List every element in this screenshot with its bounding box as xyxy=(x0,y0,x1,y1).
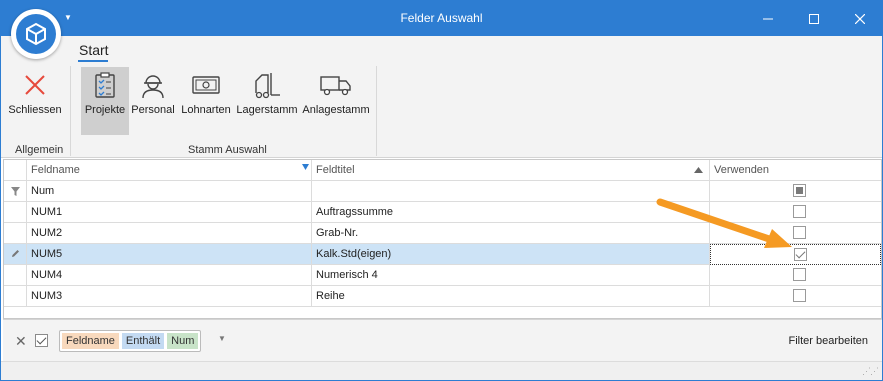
personal-label: Personal xyxy=(131,104,175,116)
cube-logo-icon xyxy=(26,22,46,46)
close-icon xyxy=(855,13,865,24)
table-row[interactable]: NUM1 Auftragssumme xyxy=(4,202,881,223)
verwenden-checkbox[interactable] xyxy=(793,205,806,218)
funnel-icon xyxy=(10,187,20,196)
row-indicator-editing xyxy=(4,244,27,264)
clear-filter-icon: ✕ xyxy=(15,333,27,349)
minimize-button[interactable] xyxy=(745,1,791,36)
filter-cell-feldtitel[interactable] xyxy=(312,181,710,201)
sort-ascending-icon xyxy=(694,167,703,173)
dialog-window: Felder Auswahl ▼ Start Schliessen Allgem… xyxy=(0,0,883,381)
cell-feldname[interactable]: NUM3 xyxy=(27,286,312,306)
filter-enable-checkbox[interactable] xyxy=(35,334,48,347)
filter-active-icon[interactable] xyxy=(302,164,309,170)
resize-grip-icon[interactable]: ⋰⋰ xyxy=(862,366,879,377)
lohnarten-label: Lohnarten xyxy=(181,104,231,116)
cell-feldtitel[interactable]: Reihe xyxy=(312,286,710,306)
personal-button[interactable]: Personal xyxy=(130,67,176,135)
clipboard-checklist-icon xyxy=(95,72,115,98)
close-x-icon xyxy=(25,75,45,95)
filter-panel: ✕ Feldname Enthält Num ▼ Filter bearbeit… xyxy=(3,319,882,361)
filter-cell-verwenden[interactable] xyxy=(710,181,881,201)
cell-feldtitel[interactable]: Numerisch 4 xyxy=(312,265,710,285)
anlagestamm-button[interactable]: Anlagestamm xyxy=(302,67,370,135)
filter-checkbox-indeterminate[interactable] xyxy=(793,184,806,197)
verwenden-checkbox[interactable] xyxy=(793,226,806,239)
filter-row-indicator xyxy=(4,181,27,201)
banknote-icon xyxy=(192,76,220,94)
truck-icon xyxy=(320,76,351,96)
column-header-feldname-label: Feldname xyxy=(31,164,80,176)
minimize-icon xyxy=(763,18,773,19)
lohnarten-button[interactable]: Lohnarten xyxy=(179,67,233,135)
anlagestamm-label: Anlagestamm xyxy=(302,104,370,116)
lagerstamm-label: Lagerstamm xyxy=(236,104,298,116)
cell-verwenden-focused[interactable] xyxy=(710,244,881,265)
group-label-stamm-auswahl: Stamm Auswahl xyxy=(188,144,267,156)
projekte-label: Projekte xyxy=(84,104,126,116)
verwenden-checkbox-checked[interactable] xyxy=(794,248,807,261)
cell-feldtitel[interactable]: Grab-Nr. xyxy=(312,223,710,243)
tab-start[interactable]: Start xyxy=(79,42,109,58)
table-row[interactable]: NUM3 Reihe xyxy=(4,286,881,307)
row-indicator xyxy=(4,265,27,285)
cell-feldname[interactable]: NUM2 xyxy=(27,223,312,243)
row-indicator xyxy=(4,202,27,222)
filter-row: Num xyxy=(4,181,881,202)
column-header-feldtitel[interactable]: Feldtitel xyxy=(312,160,710,180)
filter-token-field[interactable]: Feldname xyxy=(62,333,119,349)
filter-token-operator[interactable]: Enthält xyxy=(121,333,165,349)
filter-bearbeiten-button[interactable]: Filter bearbeiten xyxy=(789,335,869,347)
grid-header-row: Feldname Feldtitel Verwenden xyxy=(4,160,881,181)
status-bar: ⋰⋰ xyxy=(1,361,882,380)
schliessen-button[interactable]: Schliessen xyxy=(8,67,62,135)
verwenden-checkbox[interactable] xyxy=(793,268,806,281)
column-header-verwenden-label: Verwenden xyxy=(714,164,770,176)
maximize-icon xyxy=(809,13,819,24)
quick-access-dropdown-icon[interactable]: ▼ xyxy=(64,13,72,22)
cell-verwenden[interactable] xyxy=(710,265,881,285)
column-header-feldname[interactable]: Feldname xyxy=(27,160,312,180)
forklift-icon xyxy=(255,73,280,99)
group-separator xyxy=(376,66,377,156)
cell-feldtitel[interactable]: Auftragssumme xyxy=(312,202,710,222)
cell-verwenden[interactable] xyxy=(710,202,881,222)
lagerstamm-button[interactable]: Lagerstamm xyxy=(236,67,298,135)
filter-expression[interactable]: Feldname Enthält Num xyxy=(59,330,202,352)
cell-verwenden[interactable] xyxy=(710,286,881,306)
table-row[interactable]: NUM4 Numerisch 4 xyxy=(4,265,881,286)
tab-active-indicator xyxy=(78,60,108,62)
cell-feldname[interactable]: NUM4 xyxy=(27,265,312,285)
filter-cell-feldname[interactable]: Num xyxy=(27,181,312,201)
table-row-selected[interactable]: NUM5 Kalk.Std(eigen) xyxy=(4,244,881,265)
column-header-verwenden[interactable]: Verwenden xyxy=(710,160,881,180)
cell-feldname[interactable]: NUM5 xyxy=(27,244,312,264)
projekte-button[interactable]: Projekte xyxy=(81,67,129,135)
verwenden-checkbox[interactable] xyxy=(793,289,806,302)
cell-verwenden[interactable] xyxy=(710,223,881,243)
cell-feldtitel[interactable]: Kalk.Std(eigen) xyxy=(312,244,710,264)
clear-filter-button[interactable]: ✕ xyxy=(15,333,27,350)
worker-helmet-icon xyxy=(142,75,164,99)
cell-feldname[interactable]: NUM1 xyxy=(27,202,312,222)
group-separator xyxy=(70,66,71,156)
row-indicator xyxy=(4,223,27,243)
column-header-feldtitel-label: Feldtitel xyxy=(316,164,355,176)
close-window-button[interactable] xyxy=(837,1,883,36)
row-indicator-header xyxy=(4,160,27,180)
app-menu-button[interactable] xyxy=(11,9,61,59)
fields-grid: Feldname Feldtitel Verwenden Num NUM1 Au… xyxy=(3,159,882,319)
filter-history-dropdown-icon[interactable]: ▼ xyxy=(218,334,226,343)
ribbon: Start Schliessen Allgemein Projekte Pers… xyxy=(1,36,882,158)
group-label-allgemein: Allgemein xyxy=(15,144,64,156)
table-row[interactable]: NUM2 Grab-Nr. xyxy=(4,223,881,244)
maximize-button[interactable] xyxy=(791,1,837,36)
row-indicator xyxy=(4,286,27,306)
pencil-icon xyxy=(11,250,19,257)
title-bar[interactable]: Felder Auswahl xyxy=(1,1,882,36)
filter-token-value[interactable]: Num xyxy=(167,333,199,349)
schliessen-label: Schliessen xyxy=(8,104,62,116)
